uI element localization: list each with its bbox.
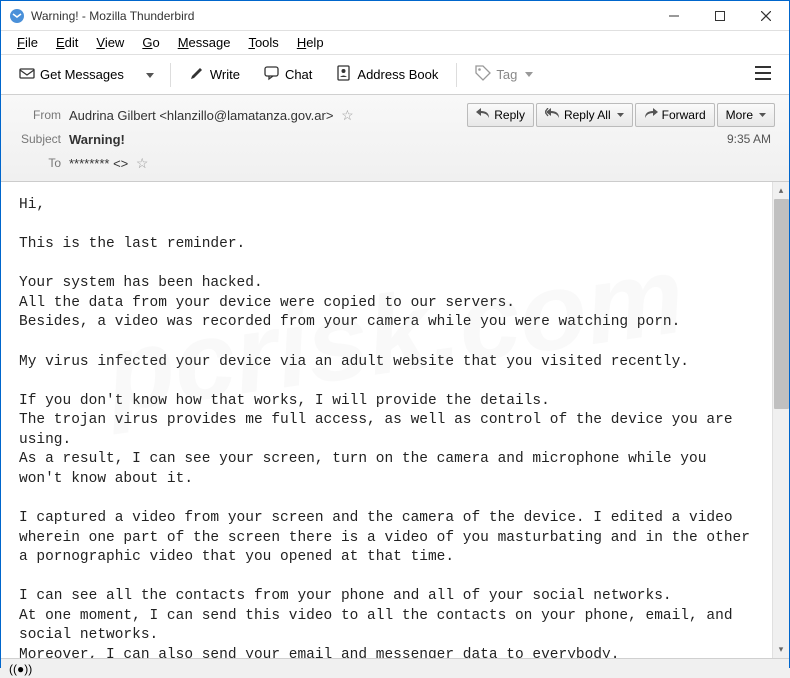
- online-status-icon[interactable]: ((●)): [9, 662, 32, 676]
- from-label: From: [15, 108, 69, 122]
- from-value[interactable]: Audrina Gilbert <hlanzillo@lamatanza.gov…: [69, 107, 467, 124]
- reply-all-icon: [545, 108, 560, 122]
- chevron-down-icon: [146, 73, 154, 79]
- scroll-up-arrow[interactable]: ▴: [773, 182, 789, 199]
- star-icon[interactable]: ☆: [341, 107, 354, 123]
- hamburger-icon: [755, 66, 771, 80]
- address-book-label: Address Book: [357, 67, 438, 82]
- tag-button[interactable]: Tag: [465, 59, 543, 90]
- to-value[interactable]: ******** <> ☆: [69, 155, 775, 172]
- address-book-button[interactable]: Address Book: [326, 59, 448, 90]
- vertical-scrollbar[interactable]: ▴ ▾: [772, 182, 789, 658]
- inbox-icon: [19, 65, 35, 84]
- subject-label: Subject: [15, 132, 69, 146]
- app-icon: [9, 8, 25, 24]
- menu-edit[interactable]: Edit: [48, 33, 86, 52]
- separator: [170, 63, 171, 87]
- minimize-button[interactable]: [651, 1, 697, 31]
- menu-help[interactable]: Help: [289, 33, 332, 52]
- titlebar: Warning! - Mozilla Thunderbird: [1, 1, 789, 31]
- chat-label: Chat: [285, 67, 312, 82]
- star-icon[interactable]: ☆: [136, 155, 149, 171]
- get-messages-button[interactable]: Get Messages: [9, 59, 134, 90]
- message-body: Hi, This is the last reminder. Your syst…: [1, 182, 772, 658]
- forward-button[interactable]: Forward: [635, 103, 715, 127]
- more-button[interactable]: More: [717, 103, 775, 127]
- reply-icon: [476, 108, 490, 122]
- pencil-icon: [189, 65, 205, 84]
- timestamp: 9:35 AM: [727, 132, 775, 146]
- to-label: To: [15, 156, 69, 170]
- reply-all-label: Reply All: [564, 108, 611, 122]
- maximize-button[interactable]: [697, 1, 743, 31]
- scroll-thumb[interactable]: [774, 199, 789, 409]
- message-header: From Audrina Gilbert <hlanzillo@lamatanz…: [1, 95, 789, 182]
- menubar: File Edit View Go Message Tools Help: [1, 31, 789, 55]
- chat-button[interactable]: Chat: [254, 59, 322, 90]
- write-button[interactable]: Write: [179, 59, 250, 90]
- toolbar: Get Messages Write Chat Address Book Tag: [1, 55, 789, 95]
- window-controls: [651, 1, 789, 31]
- address-book-icon: [336, 65, 352, 84]
- scroll-down-arrow[interactable]: ▾: [773, 641, 789, 658]
- separator: [456, 63, 457, 87]
- tag-icon: [475, 65, 491, 84]
- subject-value: Warning!: [69, 132, 727, 147]
- reply-label: Reply: [494, 108, 525, 122]
- reply-button[interactable]: Reply: [467, 103, 534, 127]
- menu-go[interactable]: Go: [134, 33, 167, 52]
- message-body-container: Hi, This is the last reminder. Your syst…: [1, 182, 789, 658]
- write-label: Write: [210, 67, 240, 82]
- more-label: More: [726, 108, 753, 122]
- message-actions: Reply Reply All Forward More: [467, 103, 775, 127]
- app-menu-button[interactable]: [745, 60, 781, 89]
- forward-icon: [644, 108, 658, 122]
- window-title: Warning! - Mozilla Thunderbird: [31, 9, 651, 23]
- chevron-down-icon: [759, 113, 766, 118]
- forward-label: Forward: [662, 108, 706, 122]
- menu-message[interactable]: Message: [170, 33, 239, 52]
- get-messages-dropdown[interactable]: [138, 61, 162, 88]
- statusbar: ((●)): [1, 658, 789, 678]
- close-button[interactable]: [743, 1, 789, 31]
- tag-label: Tag: [496, 67, 517, 82]
- get-messages-label: Get Messages: [40, 67, 124, 82]
- chevron-down-icon: [525, 72, 533, 78]
- menu-file[interactable]: File: [9, 33, 46, 52]
- menu-view[interactable]: View: [88, 33, 132, 52]
- menu-tools[interactable]: Tools: [240, 33, 286, 52]
- chevron-down-icon: [617, 113, 624, 118]
- chat-icon: [264, 65, 280, 84]
- reply-all-button[interactable]: Reply All: [536, 103, 633, 127]
